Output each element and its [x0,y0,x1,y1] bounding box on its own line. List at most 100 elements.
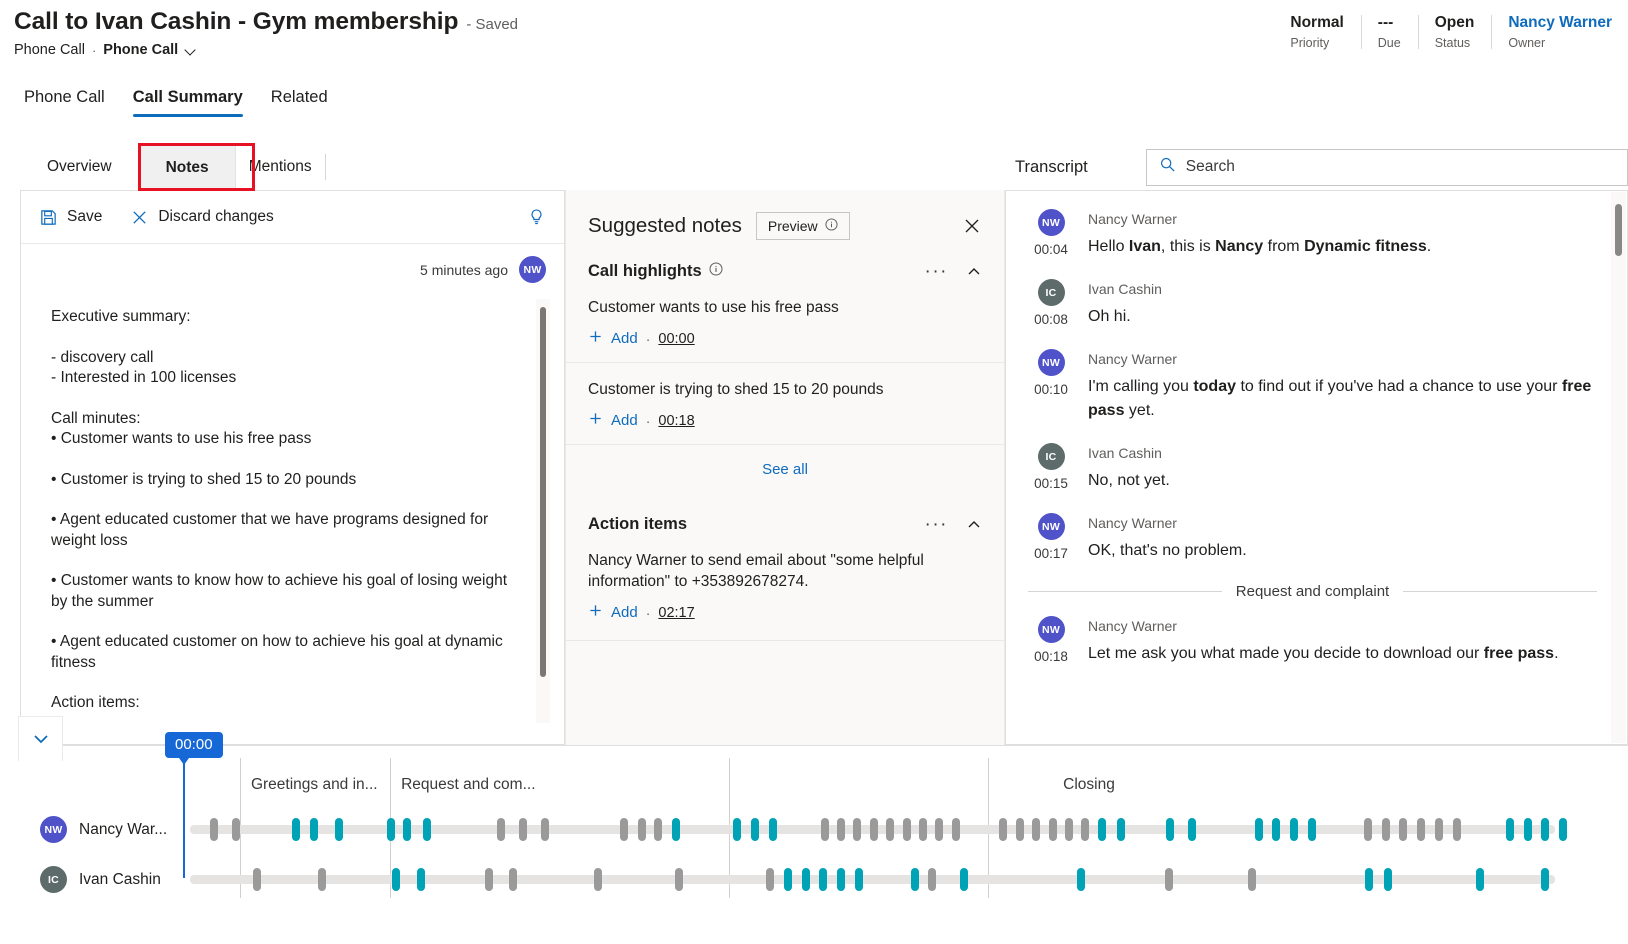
timeline-segment-label: Closing [1063,776,1115,794]
text-run: Oh hi. [1088,308,1131,325]
separator-dot: · [646,413,651,429]
notes-editor[interactable]: Executive summary:- discovery call- Inte… [21,289,564,741]
close-icon[interactable] [962,216,982,236]
timeline-tick [232,818,240,841]
timestamp-link[interactable]: 00:18 [658,413,694,429]
notes-scrollbar[interactable] [536,299,550,723]
notes-scrollbar-thumb[interactable] [540,307,546,677]
breadcrumb-form[interactable]: Phone Call [103,42,178,58]
suggestions-bulb-button[interactable] [527,208,546,227]
transcript-timestamp[interactable]: 00:08 [1034,312,1068,327]
timeline-tick [819,868,827,891]
timestamp-link[interactable]: 00:00 [658,331,694,347]
divider-line [1403,591,1597,592]
speaker-name: Nancy Warner [1088,618,1597,634]
text-run: Hello [1088,238,1129,255]
transcript-timestamp[interactable]: 00:18 [1034,649,1068,664]
timeline-playhead[interactable]: 00:00 [165,732,223,758]
tab-phone-call[interactable]: Phone Call [10,84,119,117]
transcript-timestamp[interactable]: 00:15 [1034,476,1068,491]
timeline-track: NWNancy War... [20,816,1555,843]
header-stat-owner[interactable]: Nancy WarnerOwner [1491,12,1612,52]
suggested-note-item: Customer wants to use his free passAdd·0… [566,281,1004,362]
transcript-timestamp[interactable]: 00:10 [1034,382,1068,397]
timeline-speaker-name: Ivan Cashin [79,871,161,889]
tab-mentions[interactable]: Mentions [236,144,325,190]
discard-label: Discard changes [158,208,273,226]
notes-line: - Interested in 100 licenses [51,368,524,389]
add-note-button[interactable]: Add [588,329,638,348]
save-button[interactable]: Save [39,208,102,227]
timeline-tick [935,818,943,841]
timeline-tick [1382,818,1390,841]
preview-badge[interactable]: Preview [756,212,850,240]
timeline-tick [766,868,774,891]
timeline-tick [751,818,759,841]
timeline-tick [1065,818,1073,841]
transcript-entry-body: Nancy WarnerOK, that's no problem. [1088,513,1597,563]
info-icon[interactable] [709,262,723,281]
timeline-tick [638,818,646,841]
timeline-tick [594,868,602,891]
add-label: Add [611,412,638,429]
timeline-tick [1077,868,1085,891]
speaker-name: Nancy Warner [1088,211,1597,227]
suggested-notes-header: Suggested notes Preview [566,190,1004,240]
more-options-icon[interactable]: ··· [925,520,948,530]
timeline-tick [509,868,517,891]
timeline-tick [886,818,894,841]
info-icon[interactable] [825,218,838,234]
timeline-tick [855,868,863,891]
transcript-entry-meta: IC00:15 [1028,443,1074,493]
header-stat-value[interactable]: Nancy Warner [1508,12,1612,33]
main-tab-list: Phone CallCall SummaryRelated [10,84,342,117]
transcript-scrollbar-thumb[interactable] [1615,204,1622,256]
keyword-highlight: today [1193,378,1236,395]
transcript-text: Hello Ivan, this is Nancy from Dynamic f… [1088,235,1597,259]
chevron-up-icon[interactable] [966,264,982,280]
suggested-notes-title: Suggested notes [588,214,742,238]
timeline-tick [1255,818,1263,841]
text-run: I'm calling you [1088,378,1193,395]
transcript-entry-meta: NW 00:18 [1028,616,1074,666]
transcript-entry: NW00:18Nancy WarnerLet me ask you what m… [1028,616,1597,666]
text-run: to find out if you've had a chance to us… [1236,378,1562,395]
add-note-button[interactable]: Add [588,411,638,430]
tab-related[interactable]: Related [257,84,342,117]
transcript-entry-body: Ivan Cashin Oh hi. [1088,279,1597,329]
timeline-speaker: ICIvan Cashin [20,866,190,893]
transcript-text: OK, that's no problem. [1088,539,1597,563]
keyword-highlight: Dynamic fitness [1304,238,1427,255]
text-run: OK, that's no problem. [1088,542,1247,559]
more-options-icon[interactable]: ··· [925,267,948,277]
playhead-line [183,760,185,878]
avatar: NW [1038,616,1065,643]
tab-overview[interactable]: Overview [20,144,139,190]
header-stat-value: Open [1435,12,1475,33]
timeline-bar[interactable] [190,875,1555,884]
discard-changes-button[interactable]: Discard changes [130,208,273,227]
tab-call-summary[interactable]: Call Summary [119,84,257,117]
save-icon [39,208,58,227]
timeline-tick [335,818,343,841]
speaker-name: Ivan Cashin [1088,281,1597,297]
transcript-timestamp[interactable]: 00:17 [1034,546,1068,561]
timeline-tick [1049,818,1057,841]
tab-notes[interactable]: Notes [139,144,236,190]
transcript-timestamp[interactable]: 00:04 [1034,242,1068,257]
chevron-down-icon[interactable] [186,45,197,56]
add-note-button[interactable]: Add [588,603,638,622]
timeline-bar[interactable] [190,825,1555,834]
transcript-label: Transcript [1015,158,1088,177]
timeline-tick [1435,818,1443,841]
collapse-timeline-button[interactable] [18,716,63,761]
chevron-up-icon[interactable] [966,517,982,533]
timeline-speaker-name: Nancy War... [79,821,167,839]
see-all-link[interactable]: See all [762,461,808,478]
transcript-entry: NW00:10Nancy WarnerI'm calling you today… [1028,349,1597,423]
timestamp-link[interactable]: 02:17 [658,605,694,621]
timeline-tick [1506,818,1514,841]
transcript-scrollbar[interactable] [1611,192,1626,743]
search-input[interactable]: Search [1146,149,1628,186]
timeline-tick [870,818,878,841]
